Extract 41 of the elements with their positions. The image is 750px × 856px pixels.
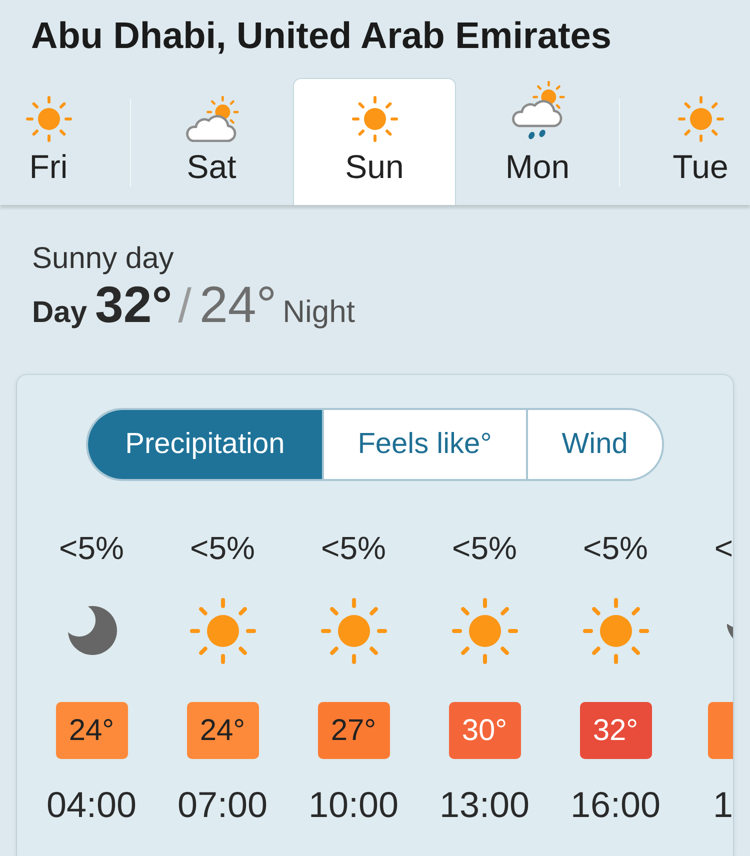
sun-icon	[350, 95, 398, 143]
day-tab[interactable]: Sun	[293, 78, 456, 205]
day-tab[interactable]: Tue	[619, 78, 750, 205]
hour-label: 10:00	[308, 785, 399, 825]
hour-label: 07:00	[177, 785, 268, 825]
location-title: Abu Dhabi, United Arab Emirates	[31, 14, 612, 58]
precipitation-chance: <5%	[59, 529, 124, 567]
sun-icon	[320, 597, 388, 665]
day-temperature: 32°	[95, 277, 172, 333]
mode-tab[interactable]: Precipitation	[88, 410, 322, 479]
day-tab[interactable]: Mon	[456, 78, 619, 205]
moon-icon	[66, 606, 116, 656]
hour-label: 04:00	[46, 785, 137, 825]
sun-icon	[582, 597, 650, 665]
temperature-tile: 27°	[318, 702, 390, 759]
precipitation-chance: <5%	[583, 529, 648, 567]
night-temperature: 24°	[200, 277, 277, 333]
day-tab[interactable]: Sat	[130, 78, 293, 205]
temperature-tile: 24°	[56, 702, 128, 759]
precipitation-chance: <5%	[190, 529, 255, 567]
hour-label: 16:00	[570, 785, 661, 825]
precipitation-chance: <	[714, 529, 733, 567]
moon-icon	[727, 624, 733, 638]
sun-icon	[676, 95, 724, 143]
hour-label: 1	[712, 785, 733, 825]
precipitation-chance: <5%	[321, 529, 386, 567]
temperature-tile: 32°	[580, 702, 652, 759]
day-label-text: Day	[32, 295, 88, 331]
day-tab[interactable]: Fri	[0, 78, 130, 205]
temperature-tile: 30°	[448, 702, 520, 759]
sun-icon	[450, 597, 518, 665]
condition-text: Sunny day	[32, 241, 175, 277]
sun-behind-cloud-icon	[184, 96, 240, 143]
night-label-text: Night	[282, 293, 356, 331]
precipitation-chance: <5%	[452, 529, 517, 567]
sun-icon	[24, 95, 72, 143]
hour-label: 13:00	[439, 785, 530, 825]
mode-tab[interactable]: Wind	[526, 410, 662, 479]
temperature-separator: /	[178, 279, 192, 335]
sun-icon	[188, 597, 256, 665]
temperature-tile: 24°	[186, 702, 258, 759]
